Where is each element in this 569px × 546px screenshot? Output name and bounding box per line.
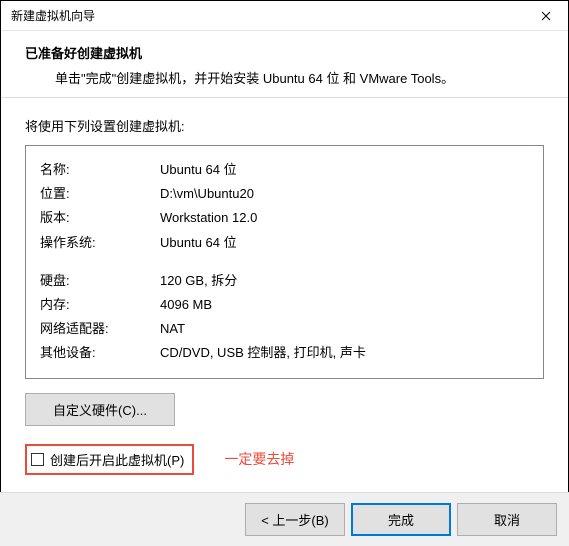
power-on-checkbox[interactable] [31, 453, 44, 466]
finish-button[interactable]: 完成 [351, 503, 451, 536]
summary-value: NAT [160, 317, 529, 341]
summary-label: 名称: [40, 158, 160, 182]
summary-value: Ubuntu 64 位 [160, 231, 529, 255]
table-row: 操作系统:Ubuntu 64 位 [40, 231, 529, 255]
back-button[interactable]: < 上一步(B) [245, 503, 345, 536]
summary-value: CD/DVD, USB 控制器, 打印机, 声卡 [160, 341, 529, 365]
summary-value: Workstation 12.0 [160, 206, 529, 230]
table-row: 位置:D:\vm\Ubuntu20 [40, 182, 529, 206]
summary-label: 内存: [40, 293, 160, 317]
checkbox-label: 创建后开启此虚拟机(P) [50, 450, 184, 469]
wizard-header: 已准备好创建虚拟机 单击"完成"创建虚拟机，并开始安装 Ubuntu 64 位 … [1, 31, 568, 97]
checkbox-row: 创建后开启此虚拟机(P) 一定要去掉 [25, 444, 544, 475]
summary-value: Ubuntu 64 位 [160, 158, 529, 182]
window-title: 新建虚拟机向导 [1, 7, 95, 24]
close-icon [541, 11, 551, 21]
header-subtitle: 单击"完成"创建虚拟机，并开始安装 Ubuntu 64 位 和 VMware T… [55, 68, 544, 87]
summary-table: 名称:Ubuntu 64 位 位置:D:\vm\Ubuntu20 版本:Work… [40, 158, 529, 366]
blank-row [40, 255, 529, 269]
header-title: 已准备好创建虚拟机 [25, 43, 544, 62]
customize-row: 自定义硬件(C)... [25, 393, 544, 426]
table-row: 内存:4096 MB [40, 293, 529, 317]
footer-button-bar: < 上一步(B) 完成 取消 [0, 492, 569, 546]
summary-value: 4096 MB [160, 293, 529, 317]
content-intro: 将使用下列设置创建虚拟机: [25, 116, 544, 135]
summary-value: 120 GB, 拆分 [160, 269, 529, 293]
title-bar: 新建虚拟机向导 [1, 1, 568, 31]
table-row: 其他设备:CD/DVD, USB 控制器, 打印机, 声卡 [40, 341, 529, 365]
summary-label: 版本: [40, 206, 160, 230]
summary-label: 操作系统: [40, 231, 160, 255]
summary-box: 名称:Ubuntu 64 位 位置:D:\vm\Ubuntu20 版本:Work… [25, 145, 544, 379]
summary-label: 其他设备: [40, 341, 160, 365]
cancel-button[interactable]: 取消 [457, 503, 557, 536]
summary-value: D:\vm\Ubuntu20 [160, 182, 529, 206]
table-row: 网络适配器:NAT [40, 317, 529, 341]
summary-label: 位置: [40, 182, 160, 206]
table-row: 版本:Workstation 12.0 [40, 206, 529, 230]
content-area: 将使用下列设置创建虚拟机: 名称:Ubuntu 64 位 位置:D:\vm\Ub… [1, 98, 568, 475]
table-row: 硬盘:120 GB, 拆分 [40, 269, 529, 293]
annotation-text: 一定要去掉 [224, 449, 294, 469]
summary-label: 硬盘: [40, 269, 160, 293]
annotation-frame: 创建后开启此虚拟机(P) [25, 444, 194, 475]
summary-label: 网络适配器: [40, 317, 160, 341]
customize-hardware-button[interactable]: 自定义硬件(C)... [25, 393, 175, 426]
table-row: 名称:Ubuntu 64 位 [40, 158, 529, 182]
close-button[interactable] [523, 1, 568, 31]
